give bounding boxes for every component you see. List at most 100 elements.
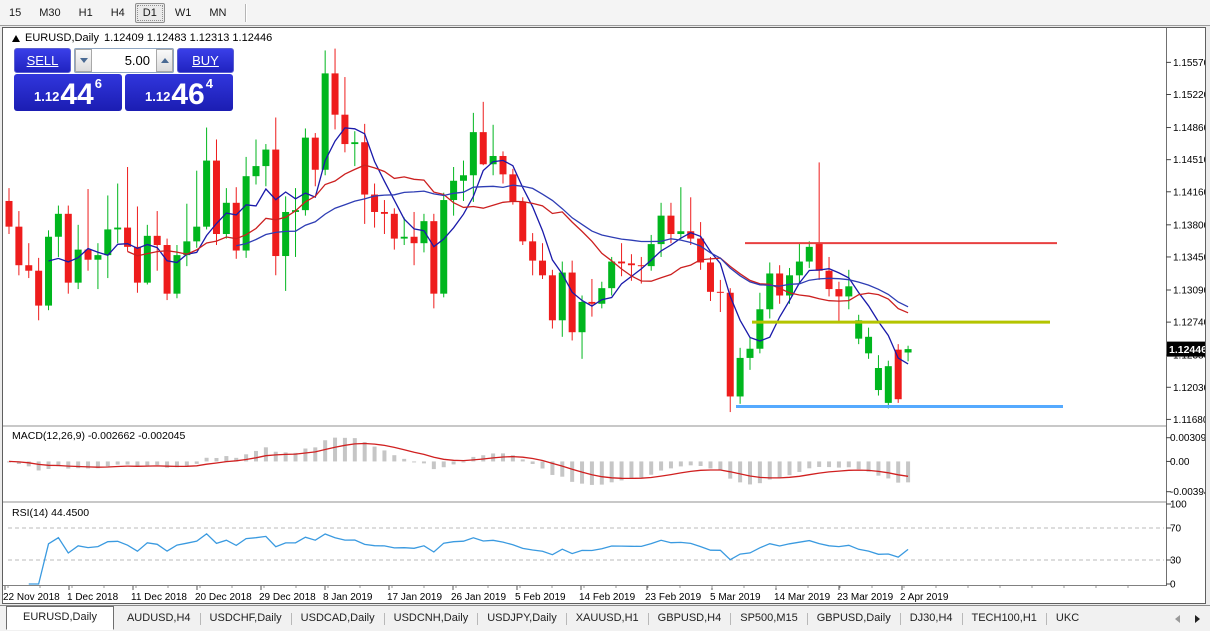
candlestick [509, 174, 516, 202]
candlestick [312, 138, 319, 170]
macd-histogram-bar [531, 461, 535, 464]
macd-histogram-bar [886, 461, 890, 478]
macd-histogram-bar [37, 461, 41, 470]
macd-histogram-bar [600, 461, 604, 484]
macd-histogram-bar [254, 451, 258, 461]
chart-tab-usdchf-daily[interactable]: USDCHF,Daily [201, 608, 291, 629]
time-axis-label: 22 Nov 2018 [3, 592, 60, 603]
price-axis-label: 1.14860 [1173, 123, 1205, 134]
macd-histogram-bar [155, 461, 159, 464]
macd-histogram-bar [649, 461, 653, 474]
macd-histogram-bar [402, 459, 406, 462]
chart-tab-xauusd-h1[interactable]: XAUUSD,H1 [567, 608, 648, 629]
candlestick [411, 237, 418, 243]
macd-histogram-bar [570, 461, 574, 481]
chart-tab-usdcad-daily[interactable]: USDCAD,Daily [292, 608, 384, 629]
macd-histogram-bar [373, 447, 377, 462]
chart-tab-tech100-h1[interactable]: TECH100,H1 [963, 608, 1046, 629]
macd-histogram-bar [807, 461, 811, 468]
chart-tab-usdcnh-daily[interactable]: USDCNH,Daily [385, 608, 478, 629]
volume-decrease-button[interactable] [75, 49, 92, 72]
chart-canvas[interactable]: 1.155701.152201.148601.145101.141601.138… [3, 28, 1205, 604]
candlestick [381, 212, 388, 214]
timeframe-button-m30[interactable]: M30 [31, 3, 68, 23]
macd-histogram-bar [313, 447, 317, 461]
chart-tab-gbpusd-daily[interactable]: GBPUSD,Daily [808, 608, 900, 629]
macd-histogram-bar [264, 447, 268, 461]
volume-input[interactable]: 5.00 [92, 49, 156, 72]
macd-histogram-bar [106, 461, 110, 466]
macd-histogram-bar [669, 461, 673, 468]
sell-price-big: 44 [60, 82, 93, 107]
candlestick [243, 176, 250, 250]
macd-histogram-bar [659, 461, 663, 470]
candlestick [272, 150, 279, 256]
candlestick [658, 216, 665, 244]
macd-histogram-bar [145, 461, 149, 465]
macd-histogram-bar [768, 461, 772, 479]
macd-histogram-bar [610, 461, 614, 482]
chart-tab-dj30-h4[interactable]: DJ30,H4 [901, 608, 962, 629]
volume-increase-button[interactable] [156, 49, 173, 72]
candlestick [608, 262, 615, 289]
tabs-scroll-right-button[interactable] [1190, 612, 1204, 626]
buy-button[interactable]: BUY [177, 48, 234, 73]
timeframe-button-h1[interactable]: H1 [71, 3, 101, 23]
candlestick [766, 273, 773, 309]
candlestick [104, 229, 111, 255]
chart-tab-usdjpy-daily[interactable]: USDJPY,Daily [478, 608, 566, 629]
chart-tab-eurusd-daily[interactable]: EURUSD,Daily [6, 606, 114, 630]
macd-histogram-bar [66, 461, 70, 468]
chevron-left-icon [1175, 615, 1180, 623]
macd-histogram-bar [442, 461, 446, 467]
candlestick [845, 286, 852, 296]
candlestick [885, 366, 892, 403]
candlestick [450, 181, 457, 200]
chevron-right-icon [1195, 615, 1200, 623]
macd-histogram-bar [452, 461, 456, 464]
macd-histogram-bar [422, 461, 426, 463]
candlestick [569, 273, 576, 333]
price-axis-label: 1.11680 [1173, 415, 1205, 426]
macd-histogram-bar [827, 461, 831, 467]
time-axis-label: 26 Jan 2019 [451, 592, 506, 603]
macd-pane-label: MACD(12,26,9) -0.002662 -0.002045 [12, 430, 185, 442]
price-axis-label: 1.12030 [1173, 383, 1205, 394]
timeframe-button-h4[interactable]: H4 [103, 3, 133, 23]
macd-axis-label: 0.003095 [1170, 433, 1205, 444]
sell-price-sup: 6 [95, 76, 102, 91]
candlestick [747, 349, 754, 358]
time-axis-label: 23 Feb 2019 [645, 592, 702, 603]
candlestick [796, 262, 803, 276]
one-click-trading-panel: SELL 5.00 BUY 1.12 44 6 1.12 46 4 [14, 48, 234, 111]
candlestick [618, 262, 625, 264]
chart-tab-gbpusd-h4[interactable]: GBPUSD,H4 [649, 608, 731, 629]
buy-price-display[interactable]: 1.12 46 4 [125, 74, 233, 111]
timeframe-button-d1[interactable]: D1 [135, 3, 165, 23]
rsi-pane-label: RSI(14) 44.4500 [12, 507, 89, 519]
timeframe-button-w1[interactable]: W1 [167, 3, 200, 23]
timeframe-button-15[interactable]: 15 [1, 3, 29, 23]
candlestick [865, 337, 872, 354]
buy-price-big: 46 [171, 82, 204, 107]
macd-histogram-bar [205, 458, 209, 462]
sell-button[interactable]: SELL [14, 48, 71, 73]
macd-histogram-bar [837, 461, 841, 467]
collapse-indicator-icon[interactable] [12, 35, 20, 42]
macd-histogram-bar [116, 461, 120, 464]
chart-tab-audusd-h4[interactable]: AUDUSD,H4 [118, 608, 200, 629]
time-axis-label: 14 Mar 2019 [774, 592, 831, 603]
candlestick [391, 214, 398, 239]
tabs-scroll-left-button[interactable] [1170, 612, 1184, 626]
macd-histogram-bar [718, 461, 722, 470]
macd-signal-line [9, 444, 908, 479]
chart-tab-sp500-m15[interactable]: SP500,M15 [731, 608, 806, 629]
macd-histogram-bar [353, 438, 357, 461]
chart-tab-ukc[interactable]: UKC [1047, 608, 1088, 629]
macd-histogram-bar [679, 461, 683, 466]
candlestick [94, 255, 101, 260]
timeframe-button-mn[interactable]: MN [201, 3, 234, 23]
macd-histogram-bar [521, 459, 525, 461]
sell-price-display[interactable]: 1.12 44 6 [14, 74, 122, 111]
price-axis-label: 1.14510 [1173, 155, 1205, 166]
